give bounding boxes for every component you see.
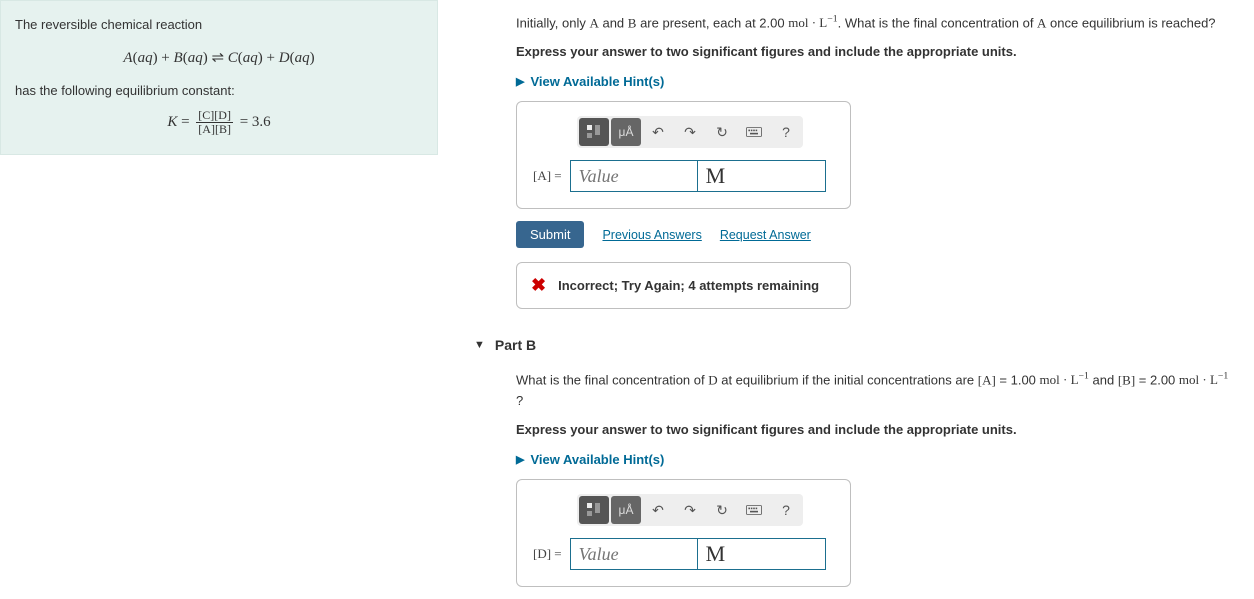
partB-input-label: [D] = bbox=[533, 546, 562, 562]
units-button[interactable]: μÅ bbox=[611, 118, 641, 146]
partA-submit-button[interactable]: Submit bbox=[516, 221, 584, 248]
help-icon[interactable]: ? bbox=[771, 118, 801, 146]
partB-hints-toggle[interactable]: ▶ View Available Hint(s) bbox=[516, 452, 664, 467]
help-icon[interactable]: ? bbox=[771, 496, 801, 524]
templates-icon[interactable] bbox=[579, 496, 609, 524]
problem-intro: The reversible chemical reaction A(aq) +… bbox=[0, 0, 438, 155]
keyboard-icon[interactable] bbox=[739, 118, 769, 146]
redo-icon[interactable]: ↷ bbox=[675, 118, 705, 146]
partA-answer-box: μÅ ↶ ↷ ↻ ? [A] = bbox=[516, 101, 851, 209]
templates-icon[interactable] bbox=[579, 118, 609, 146]
intro-line1: The reversible chemical reaction bbox=[15, 15, 423, 35]
triangle-right-icon: ▶ bbox=[516, 453, 524, 466]
partB-value-input[interactable] bbox=[570, 538, 698, 570]
partB-answer-box: μÅ ↶ ↷ ↻ ? [D] = bbox=[516, 479, 851, 587]
units-button[interactable]: μÅ bbox=[611, 496, 641, 524]
partA-instruction: Express your answer to two significant f… bbox=[516, 44, 1234, 59]
undo-icon[interactable]: ↶ bbox=[643, 118, 673, 146]
partB-header[interactable]: ▼ Part B bbox=[474, 337, 1234, 353]
partA-feedback: ✖ Incorrect; Try Again; 4 attempts remai… bbox=[516, 262, 851, 309]
incorrect-icon: ✖ bbox=[531, 275, 546, 296]
partB-unit-input[interactable] bbox=[698, 538, 826, 570]
keyboard-icon[interactable] bbox=[739, 496, 769, 524]
partA-toolbar: μÅ ↶ ↷ ↻ ? bbox=[577, 116, 803, 148]
intro-line2: has the following equilibrium constant: bbox=[15, 81, 423, 101]
partA-input-label: [A] = bbox=[533, 168, 562, 184]
partA-unit-input[interactable] bbox=[698, 160, 826, 192]
triangle-down-icon: ▼ bbox=[474, 339, 485, 351]
partA-request-answer-link[interactable]: Request Answer bbox=[720, 228, 811, 242]
partB-instruction: Express your answer to two significant f… bbox=[516, 422, 1234, 437]
triangle-right-icon: ▶ bbox=[516, 75, 524, 88]
redo-icon[interactable]: ↷ bbox=[675, 496, 705, 524]
partA-question: Initially, only A and B are present, eac… bbox=[516, 12, 1234, 34]
partA-hints-toggle[interactable]: ▶ View Available Hint(s) bbox=[516, 74, 664, 89]
reaction-equation: A(aq) + B(aq) ⇌ C(aq) + D(aq) bbox=[15, 47, 423, 70]
reset-icon[interactable]: ↻ bbox=[707, 496, 737, 524]
partA-previous-answers-link[interactable]: Previous Answers bbox=[602, 228, 701, 242]
k-expression: K = [C][D] [A][B] = 3.6 bbox=[15, 109, 423, 136]
partA-value-input[interactable] bbox=[570, 160, 698, 192]
undo-icon[interactable]: ↶ bbox=[643, 496, 673, 524]
partB-question: What is the final concentration of D at … bbox=[516, 369, 1234, 412]
reset-icon[interactable]: ↻ bbox=[707, 118, 737, 146]
partB-toolbar: μÅ ↶ ↷ ↻ ? bbox=[577, 494, 803, 526]
